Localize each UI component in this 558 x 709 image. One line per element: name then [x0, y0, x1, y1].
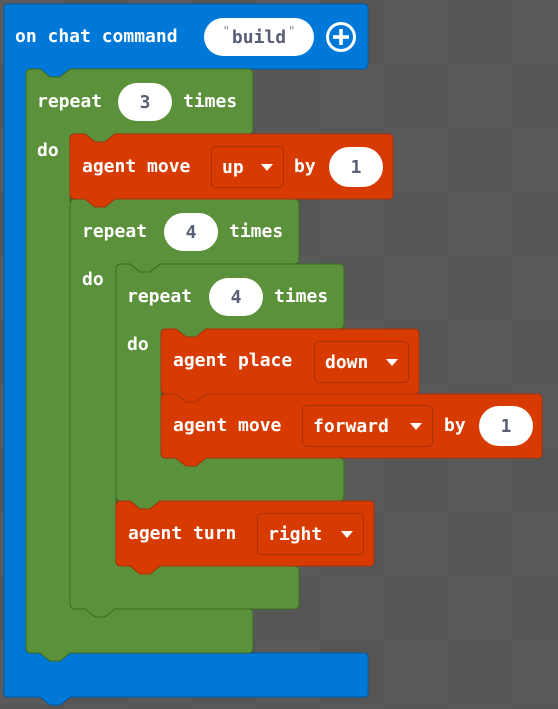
close-quote-mark: " — [288, 24, 296, 38]
inner-repeat-do-label: do — [127, 334, 149, 355]
command-name-field[interactable]: " build " — [204, 18, 314, 56]
turn-direction-dropdown[interactable]: right — [257, 513, 364, 555]
middle-repeat-times-label: times — [229, 221, 284, 242]
agent-move-label: agent move — [82, 156, 191, 177]
move-forward-by-label: by — [444, 415, 466, 436]
middle-repeat-do-label: do — [82, 269, 104, 290]
chevron-down-icon — [261, 163, 273, 171]
move-up-by-label: by — [294, 156, 316, 177]
open-quote-mark: " — [222, 24, 230, 38]
inner-repeat-label: repeat — [127, 286, 193, 307]
agent-turn-label: agent turn — [128, 523, 237, 544]
chevron-down-icon — [410, 422, 422, 430]
chevron-down-icon — [386, 358, 398, 366]
chevron-down-icon — [341, 530, 353, 538]
middle-repeat-label: repeat — [82, 221, 148, 242]
move-up-amount-field[interactable]: 1 — [329, 147, 383, 187]
move-direction-value: up — [222, 156, 244, 178]
move-forward-amount-field[interactable]: 1 — [479, 406, 533, 446]
plus-circle-icon[interactable] — [325, 21, 357, 53]
command-name-text: build — [231, 26, 287, 48]
agent-place-label: agent place — [173, 350, 293, 371]
middle-repeat-count-field[interactable]: 4 — [164, 213, 218, 251]
inner-repeat-count-field[interactable]: 4 — [209, 278, 263, 316]
outer-repeat-times-label: times — [183, 91, 238, 112]
move-direction-value: forward — [313, 415, 389, 437]
move-direction-dropdown[interactable]: up — [211, 146, 284, 188]
outer-repeat-count-field[interactable]: 3 — [118, 83, 172, 121]
inner-repeat-times-label: times — [274, 286, 329, 307]
on-chat-command-label: on chat command — [15, 26, 178, 47]
turn-direction-value: right — [268, 523, 323, 545]
place-direction-dropdown[interactable]: down — [314, 341, 409, 383]
agent-move-label: agent move — [173, 415, 282, 436]
outer-repeat-do-label: do — [37, 140, 59, 161]
outer-repeat-label: repeat — [37, 91, 103, 112]
place-direction-value: down — [325, 351, 369, 373]
code-workspace[interactable]: on chat command " build " repeat 3 times d… — [0, 0, 558, 709]
move-direction-dropdown[interactable]: forward — [302, 405, 433, 447]
